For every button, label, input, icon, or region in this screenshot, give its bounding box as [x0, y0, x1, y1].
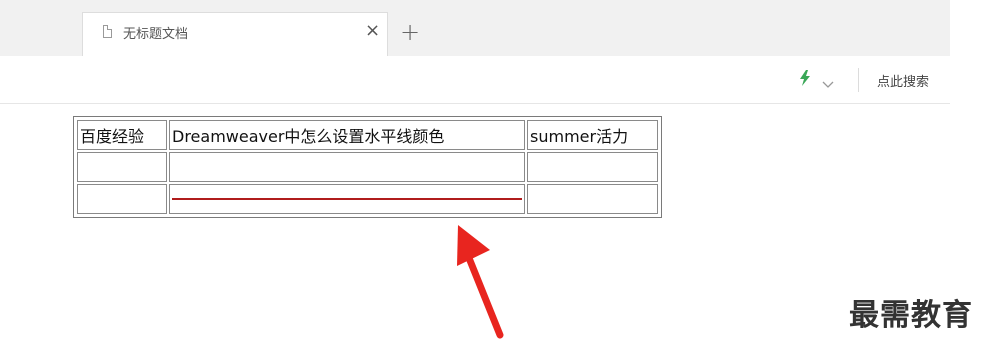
- table-cell: [169, 152, 525, 182]
- annotation-arrow-icon: [457, 225, 504, 339]
- document-icon: [103, 25, 112, 38]
- tab-title: 无标题文档: [123, 27, 189, 42]
- new-tab-button[interactable]: +: [400, 20, 420, 44]
- watermark-logo: 最需教育: [849, 298, 973, 333]
- table-cell-with-horizontal-rule: [169, 184, 525, 214]
- colored-horizontal-rule: [172, 198, 522, 200]
- tab-strip: 无标题文档 × +: [0, 0, 950, 56]
- table-cell: [77, 184, 167, 214]
- browser-toolbar: 点此搜索: [0, 56, 950, 104]
- table-cell: [527, 152, 658, 182]
- table-row: [77, 152, 658, 182]
- table-cell: 百度经验: [77, 120, 167, 150]
- table-cell: Dreamweaver中怎么设置水平线颜色: [169, 120, 525, 150]
- table-cell: summer活力: [527, 120, 658, 150]
- close-tab-icon[interactable]: ×: [365, 22, 380, 40]
- table-row: [77, 184, 658, 214]
- search-button[interactable]: 点此搜索: [877, 71, 929, 90]
- content-table: 百度经验 Dreamweaver中怎么设置水平线颜色 summer活力: [73, 116, 662, 218]
- table-cell: [527, 184, 658, 214]
- table-cell: [77, 152, 167, 182]
- chevron-down-icon[interactable]: [822, 74, 834, 93]
- toolbar-divider: [858, 68, 859, 92]
- tab-untitled-document[interactable]: 无标题文档 ×: [82, 12, 388, 56]
- table-row: 百度经验 Dreamweaver中怎么设置水平线颜色 summer活力: [77, 120, 658, 150]
- lightning-icon[interactable]: [799, 70, 811, 90]
